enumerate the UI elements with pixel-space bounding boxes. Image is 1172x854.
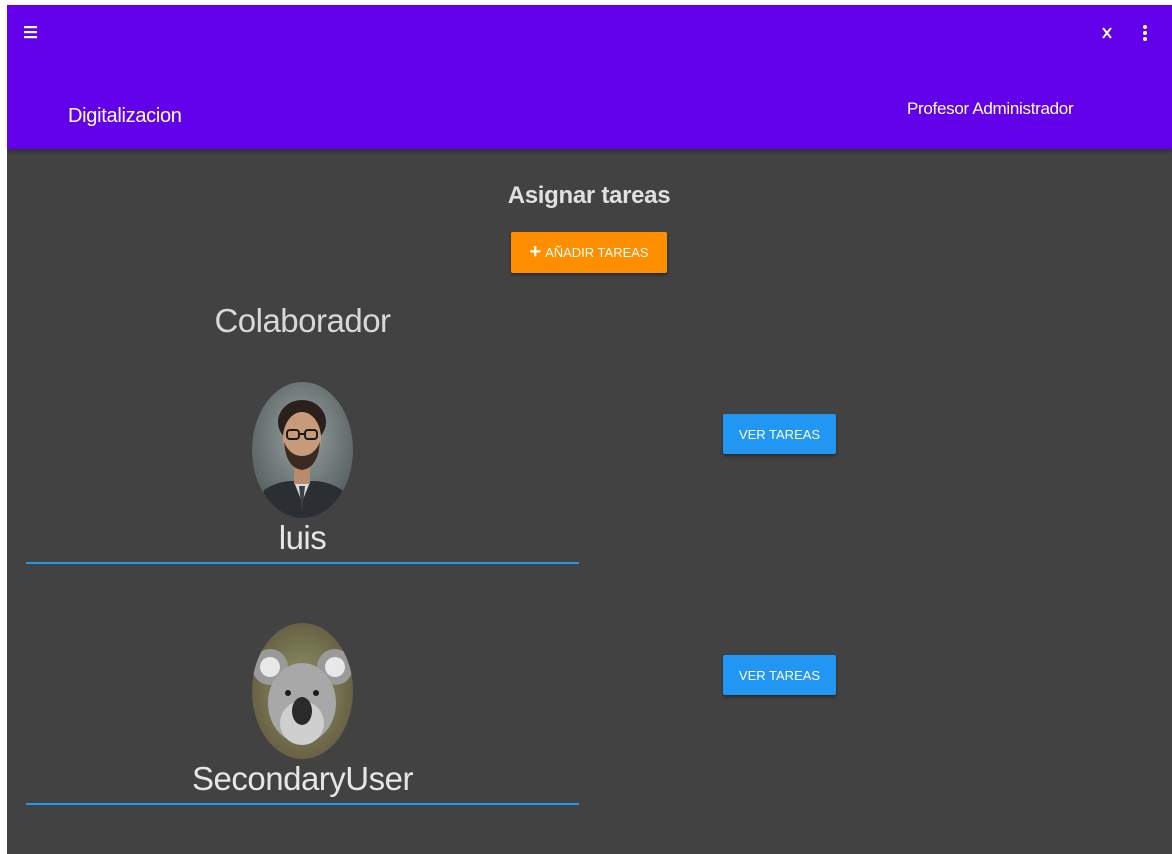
divider xyxy=(26,562,579,564)
add-tasks-label: AÑADIR TAREAS xyxy=(545,245,649,260)
avatar xyxy=(252,382,353,518)
app-title: Digitalizacion xyxy=(68,105,182,127)
app-frame: Digitalizacion Profesor Administrador As… xyxy=(7,5,1172,854)
user-name: Profesor Administrador xyxy=(907,99,1074,118)
avatar xyxy=(252,623,353,759)
collaborator-name: luis xyxy=(278,519,327,556)
collaborator-item: SecondaryUser xyxy=(26,623,579,809)
app-bar: Digitalizacion Profesor Administrador xyxy=(7,5,1172,149)
collaborator-heading: Colaborador xyxy=(214,302,391,339)
view-tasks-button[interactable]: VER TAREAS xyxy=(723,414,836,454)
view-tasks-button[interactable]: VER TAREAS xyxy=(723,655,836,695)
collaborator-name: SecondaryUser xyxy=(192,760,413,797)
plus-icon: + xyxy=(529,240,542,263)
page-title: Asignar tareas xyxy=(507,182,671,209)
collaborator-item: luis xyxy=(26,382,579,568)
add-tasks-button[interactable]: + AÑADIR TAREAS xyxy=(511,232,667,273)
more-vertical-icon[interactable] xyxy=(1137,21,1153,43)
divider xyxy=(26,803,579,805)
menu-icon[interactable] xyxy=(21,21,43,43)
close-icon[interactable] xyxy=(1097,21,1117,43)
